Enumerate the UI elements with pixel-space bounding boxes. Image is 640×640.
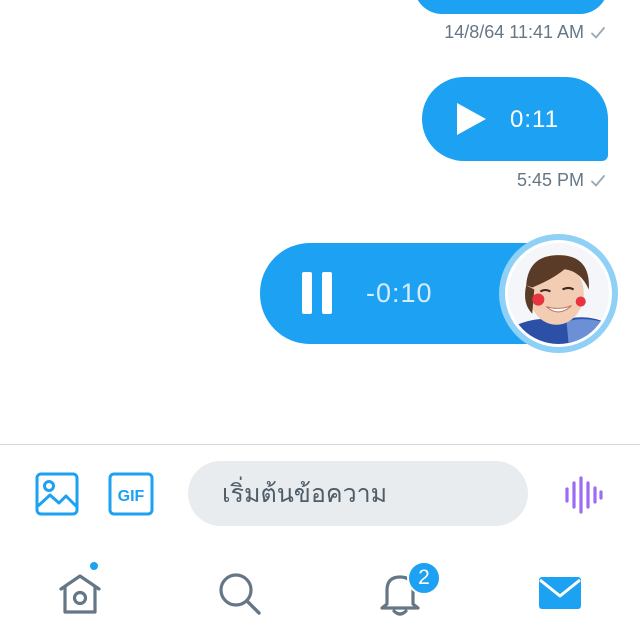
bottom-tab-bar: 2 xyxy=(0,540,640,640)
pause-icon[interactable] xyxy=(302,272,332,314)
search-icon[interactable] xyxy=(214,568,264,618)
message-timestamp: 14/8/64 11:41 AM xyxy=(444,22,584,42)
message-meta: 14/8/64 11:41 AM xyxy=(444,22,606,43)
notification-badge: 2 xyxy=(407,561,441,595)
gif-button[interactable]: GIF xyxy=(108,472,154,516)
voice-message: 0:11 xyxy=(422,77,608,161)
voice-duration: 0:11 xyxy=(510,106,559,133)
voice-waveform-icon[interactable] xyxy=(562,474,604,516)
play-icon[interactable] xyxy=(454,101,488,137)
gif-label: GIF xyxy=(118,488,145,505)
conversation-thread: 14/8/64 11:41 AM 0:11 5:45 PM -0:10 xyxy=(0,0,640,444)
message-timestamp: 5:45 PM xyxy=(516,170,584,190)
voice-remaining-time: -0:10 xyxy=(366,278,433,308)
message-input[interactable] xyxy=(188,461,528,526)
message-meta: 5:45 PM xyxy=(517,170,606,191)
message-composer: GIF xyxy=(0,445,640,540)
user-avatar[interactable] xyxy=(505,240,612,347)
avatar-photo xyxy=(508,243,609,344)
avatar-ring xyxy=(499,234,618,353)
home-new-dot xyxy=(88,560,100,572)
check-icon xyxy=(591,26,605,38)
mail-icon[interactable] xyxy=(535,568,585,618)
home-icon[interactable] xyxy=(55,568,105,618)
check-icon xyxy=(591,174,605,186)
image-icon[interactable] xyxy=(35,472,79,516)
previous-message-bubble[interactable] xyxy=(414,0,608,14)
